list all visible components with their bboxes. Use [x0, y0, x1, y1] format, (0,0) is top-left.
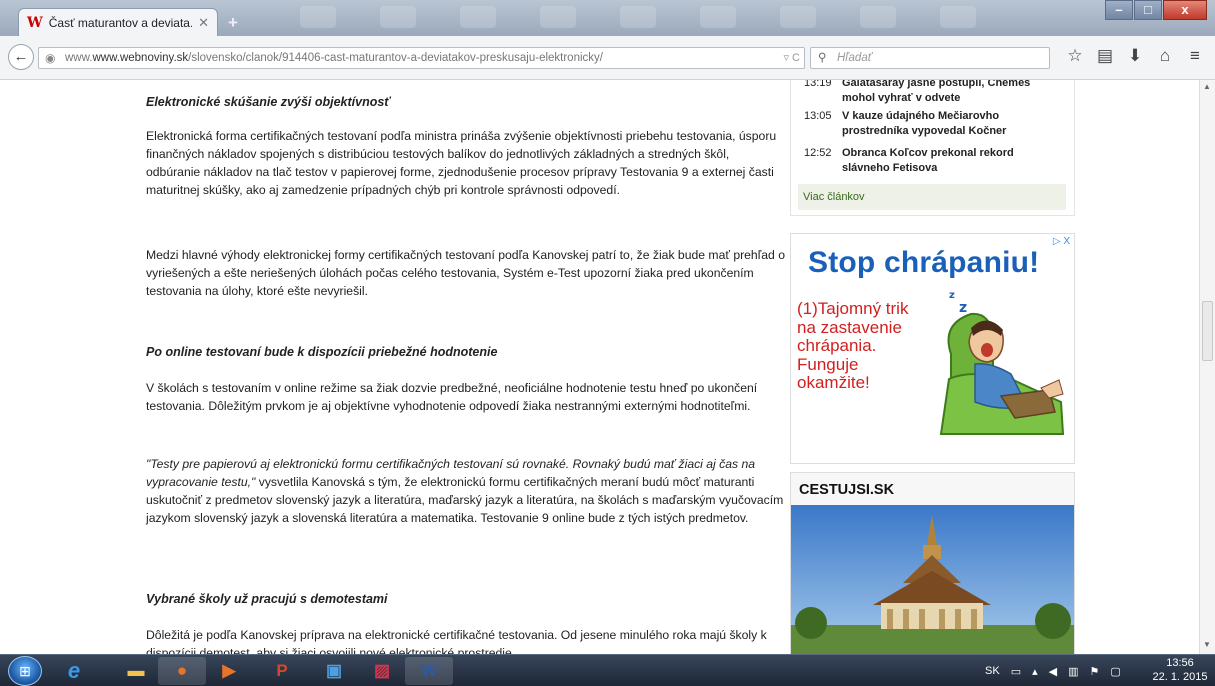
charts-app-icon[interactable]: ▨ [358, 657, 406, 685]
search-input[interactable]: ⚲ Hľadať [810, 47, 1050, 69]
background-icon [380, 6, 416, 28]
news-item[interactable]: 13:19 Galatasaray jasne postúpil, Chemes… [804, 80, 1052, 106]
url-prefix: www. [65, 52, 93, 64]
reading-list-icon[interactable]: ▤ [1092, 46, 1118, 66]
background-icon [860, 6, 896, 28]
news-time: 12:52 [804, 147, 832, 159]
navigation-bar: ← ◉ www.www.webnoviny.sk/slovensko/clano… [0, 36, 1215, 80]
address-bar[interactable]: ◉ www.www.webnoviny.sk/slovensko/clanok/… [38, 47, 805, 69]
temple-photo [791, 505, 1074, 654]
back-button[interactable]: ← [8, 44, 34, 70]
news-title[interactable]: V kauze údajného Mečiarovho prostredníka… [842, 109, 1052, 139]
news-time: 13:05 [804, 110, 832, 122]
windows-logo-icon: ⊞ [19, 663, 31, 679]
network-icon[interactable]: ▥ [1068, 665, 1078, 678]
back-arrow-icon: ← [13, 48, 29, 65]
ad-headline[interactable]: Stop chrápaniu! [808, 246, 1039, 280]
more-articles-link[interactable]: Viac článkov [798, 184, 1066, 210]
new-tab-button[interactable]: + [228, 13, 238, 33]
search-placeholder: Hľadať [837, 52, 872, 64]
reload-icon[interactable]: ▿ C [783, 48, 800, 68]
vertical-scrollbar[interactable]: ▲ ▼ [1199, 80, 1215, 654]
system-clock[interactable]: 13:56 22. 1. 2015 [1150, 656, 1210, 684]
news-time: 13:19 [804, 80, 832, 89]
scroll-down-icon[interactable]: ▼ [1203, 640, 1211, 649]
media-player-icon[interactable]: ▶ [205, 657, 253, 685]
home-icon[interactable]: ⌂ [1152, 46, 1178, 66]
article-paragraph: Dôležitá je podľa Kanovskej príprava na … [146, 628, 767, 654]
adchoices-icon[interactable]: ▷ X [1053, 236, 1070, 247]
firefox-icon[interactable]: ● [158, 657, 206, 685]
browser-tab[interactable]: W Časť maturantov a deviata... ✕ [18, 8, 218, 36]
ad-text[interactable]: (1)Tajomný trik na zastavenie chrápania.… [797, 299, 927, 393]
show-hidden-icons-icon[interactable]: ▴ [1032, 665, 1038, 678]
window-controls: – □ x [1104, 0, 1207, 20]
article-paragraph: "Testy pre papierovú aj elektronickú for… [146, 455, 786, 527]
cestujsi-title[interactable]: CESTUJSI.SK [791, 473, 1074, 505]
internet-explorer-icon[interactable]: e [50, 657, 98, 685]
url-path: /slovensko/clanok/914406-cast-maturantov… [188, 52, 603, 64]
bookmark-star-icon[interactable]: ☆ [1062, 46, 1088, 66]
background-icon [620, 6, 656, 28]
scroll-up-icon[interactable]: ▲ [1203, 82, 1211, 91]
snoring-man-image: z z [939, 290, 1065, 435]
start-button[interactable]: ⊞ [8, 656, 42, 686]
language-indicator[interactable]: SK [985, 665, 1000, 677]
article-heading: Vybrané školy už pracujú s demotestami [146, 592, 388, 606]
word-icon[interactable]: W [405, 657, 453, 685]
monitor-app-icon[interactable]: ▣ [310, 657, 358, 685]
minimize-button[interactable]: – [1105, 0, 1133, 20]
display-icon[interactable]: ▢ [1110, 665, 1120, 678]
article-heading: Po online testovaní bude k dispozícii pr… [146, 345, 498, 359]
news-title[interactable]: Galatasaray jasne postúpil, Chemes mohol… [842, 80, 1052, 106]
toolbar-icons: ☆ ▤ ⬇ ⌂ ≡ [1062, 46, 1212, 66]
site-favicon-icon: W [27, 14, 43, 31]
tab-title: Časť maturantov a deviata... [48, 15, 193, 30]
close-window-button[interactable]: x [1163, 0, 1207, 20]
svg-text:z: z [959, 300, 967, 316]
background-icon [940, 6, 976, 28]
svg-text:z: z [949, 290, 955, 301]
background-icon [540, 6, 576, 28]
cestujsi-box[interactable]: CESTUJSI.SK [790, 472, 1075, 654]
file-explorer-icon[interactable]: ▬ [112, 657, 160, 685]
clock-date: 22. 1. 2015 [1152, 671, 1208, 683]
article-paragraph: Medzi hlavné výhody elektronickej formy … [146, 248, 785, 298]
news-item[interactable]: 12:52 Obranca Koľcov prekonal rekord slá… [804, 146, 1052, 176]
background-icon [300, 6, 336, 28]
background-icon [700, 6, 736, 28]
search-icon: ⚲ [818, 52, 827, 64]
tab-close-icon[interactable]: ✕ [198, 15, 209, 31]
background-icon [460, 6, 496, 28]
advertisement[interactable]: ▷ X Stop chrápaniu! (1)Tajomný trik na z… [790, 233, 1075, 464]
article-heading: Elektronické skúšanie zvýši objektívnosť [146, 95, 391, 109]
download-icon[interactable]: ⬇ [1122, 46, 1148, 66]
volume-icon[interactable]: ◀ [1049, 665, 1057, 678]
url-host: www.webnoviny.sk [92, 52, 189, 64]
clock-time: 13:56 [1166, 657, 1194, 669]
news-item[interactable]: 13:05 V kauze údajného Mečiarovho prostr… [804, 109, 1052, 139]
news-title[interactable]: Obranca Koľcov prekonal rekord slávneho … [842, 146, 1052, 176]
system-tray: SK ▭ ▴ ◀ ▥ ⚑ ▢ [985, 655, 1132, 686]
scrollbar-thumb[interactable] [1202, 301, 1213, 361]
powerpoint-icon[interactable]: P [258, 657, 306, 685]
keyboard-icon[interactable]: ▭ [1011, 665, 1021, 678]
action-center-flag-icon[interactable]: ⚑ [1090, 665, 1100, 678]
article-paragraph: Elektronická forma certifikačných testov… [146, 129, 777, 197]
page-viewport: Elektronické skúšanie zvýši objektívnosť… [0, 80, 1199, 654]
maximize-button[interactable]: □ [1134, 0, 1162, 20]
background-icon [780, 6, 816, 28]
menu-icon[interactable]: ≡ [1182, 46, 1208, 66]
article-paragraph: V školách s testovaním v online režime s… [146, 381, 758, 413]
globe-icon: ◉ [45, 51, 56, 65]
window-titlebar: W Časť maturantov a deviata... ✕ + – □ x [0, 0, 1215, 36]
latest-news-box: 13:19 Galatasaray jasne postúpil, Chemes… [790, 80, 1075, 216]
windows-taskbar: ⊞ e ▬ ● ▶ P ▣ ▨ W SK ▭ ▴ ◀ ▥ ⚑ ▢ 13:56 2… [0, 654, 1215, 686]
